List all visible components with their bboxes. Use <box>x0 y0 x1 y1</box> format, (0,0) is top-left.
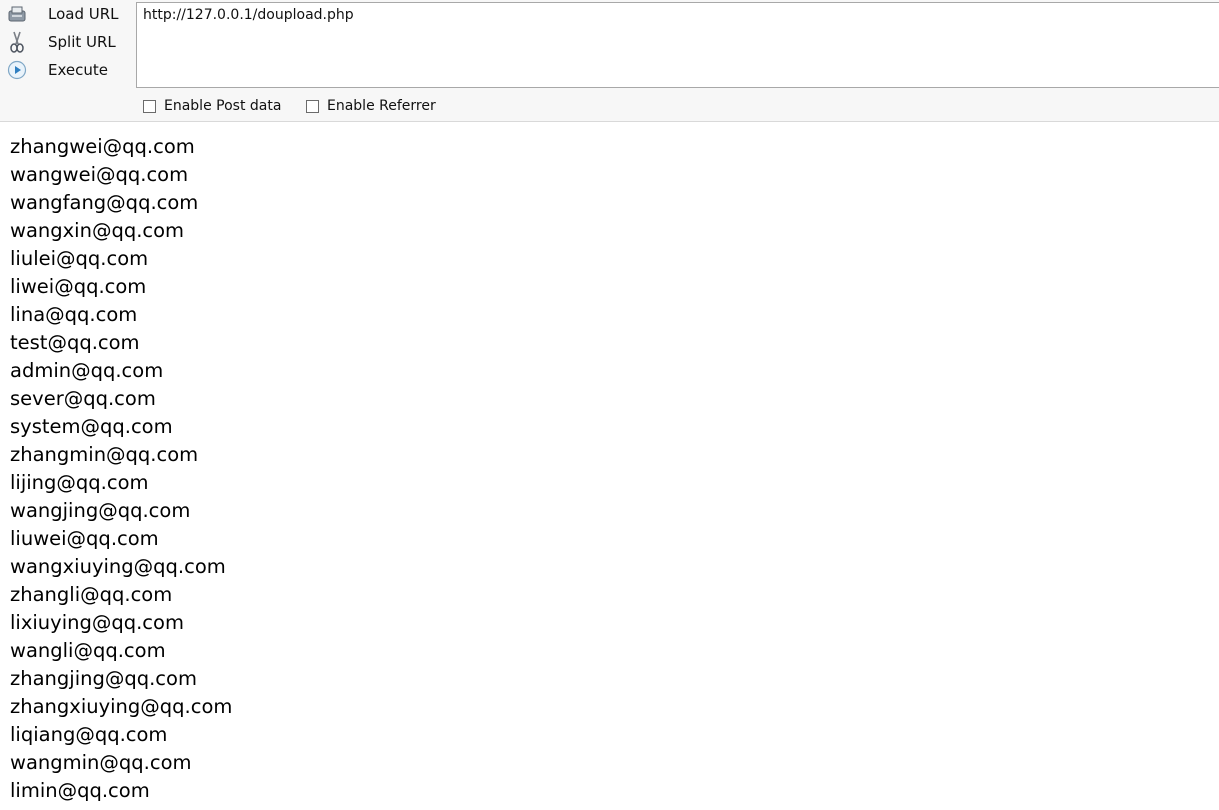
load-url-icon <box>6 3 28 25</box>
email-line: admin@qq.com <box>10 359 164 382</box>
email-line: liuwei@qq.com <box>10 527 159 550</box>
enable-post-data-option[interactable]: Enable Post data <box>143 97 281 115</box>
load-url-button[interactable]: Load URL <box>6 2 132 26</box>
email-list: zhangwei@qq.com wangwei@qq.com wangfang@qq… <box>10 133 232 805</box>
email-line: lixiuying@qq.com <box>10 611 184 634</box>
enable-referrer-option[interactable]: Enable Referrer <box>306 97 436 115</box>
email-line: zhangjing@qq.com <box>10 667 197 690</box>
email-line: zhangmin@qq.com <box>10 443 199 466</box>
play-icon <box>6 59 28 81</box>
enable-referrer-label: Enable Referrer <box>327 98 436 114</box>
email-line: liwei@qq.com <box>10 275 147 298</box>
email-line: sever@qq.com <box>10 387 156 410</box>
email-line: wangwei@qq.com <box>10 163 189 186</box>
email-line: wangmin@qq.com <box>10 751 192 774</box>
hackbar-toolbar: Load URL Split URL Execute http://127.0.… <box>0 0 1219 122</box>
email-line: test@qq.com <box>10 331 140 354</box>
split-url-button[interactable]: Split URL <box>6 30 132 54</box>
email-line: liqiang@qq.com <box>10 723 168 746</box>
load-url-label: Load URL <box>48 5 119 23</box>
email-line: zhangxiuying@qq.com <box>10 695 233 718</box>
email-line: lijing@qq.com <box>10 471 149 494</box>
email-line: lina@qq.com <box>10 303 138 326</box>
email-line: wangfang@qq.com <box>10 191 199 214</box>
enable-referrer-checkbox[interactable] <box>306 99 319 113</box>
split-url-label: Split URL <box>48 33 116 51</box>
execute-button[interactable]: Execute <box>6 58 132 82</box>
enable-post-data-checkbox[interactable] <box>143 99 156 113</box>
email-line: zhangli@qq.com <box>10 583 173 606</box>
email-line: system@qq.com <box>10 415 173 438</box>
email-line: wangxin@qq.com <box>10 219 185 242</box>
email-line: wangjing@qq.com <box>10 499 191 522</box>
email-line: wangli@qq.com <box>10 639 166 662</box>
execute-label: Execute <box>48 61 108 79</box>
enable-post-data-label: Enable Post data <box>164 98 282 114</box>
email-line: wangxiuying@qq.com <box>10 555 226 578</box>
email-line: limin@qq.com <box>10 779 150 802</box>
url-input[interactable]: http://127.0.0.1/doupload.php <box>136 2 1219 88</box>
email-line: zhangwei@qq.com <box>10 135 195 158</box>
email-line: liulei@qq.com <box>10 247 149 270</box>
scissors-icon <box>6 31 28 53</box>
